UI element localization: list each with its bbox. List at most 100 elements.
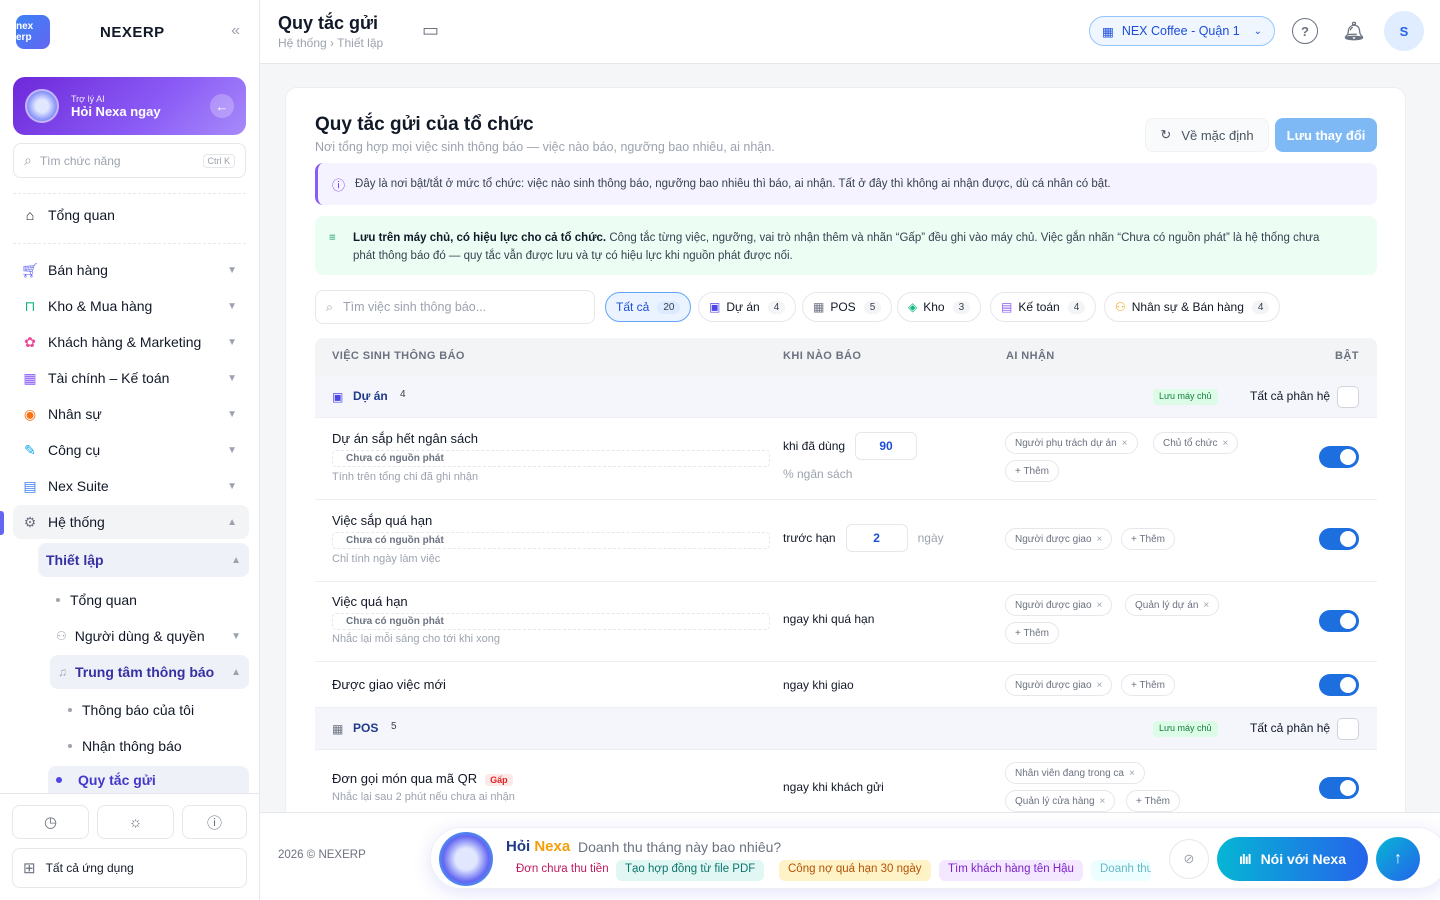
remove-icon[interactable]: × [1203, 600, 1209, 611]
sidebar-item-notif-center[interactable]: ♫ Trung tâm thông báo ▲ [50, 655, 249, 689]
remove-icon[interactable]: × [1100, 796, 1106, 807]
project-icon: ▣ [709, 300, 721, 314]
sidebar-item-tools[interactable]: ✎ Công cụ ▼ [13, 433, 249, 467]
remove-icon[interactable]: × [1129, 768, 1135, 779]
sidebar-item-overview[interactable]: ⌂ Tổng quan [13, 198, 249, 232]
recipient-label: Người phụ trách dự án [1015, 437, 1117, 449]
group-select-checkbox[interactable] [1337, 386, 1359, 408]
all-apps-button[interactable]: ⊞ Tất cả ứng dụng [12, 848, 247, 888]
bell-icon: ♫ [58, 665, 67, 679]
sidebar-item-hr[interactable]: ◉ Nhân sự ▼ [13, 397, 249, 431]
box-icon: ◈ [908, 300, 918, 314]
chip-count: 4 [1067, 300, 1086, 314]
sidebar-item-send-rules[interactable]: Quy tắc gửi [48, 766, 249, 794]
enable-toggle[interactable] [1319, 674, 1359, 696]
sidebar-item-receive-notif[interactable]: Nhận thông báo [60, 729, 190, 763]
branch-selector[interactable]: ▦ NEX Coffee - Quận 1 ⌄ [1089, 16, 1275, 46]
history-button[interactable]: ◷ [12, 805, 89, 839]
filter-chip-pos[interactable]: ▦ POS 5 [802, 292, 893, 322]
talk-to-nexa-button[interactable]: ılıl Nói với Nexa [1217, 837, 1368, 881]
notice-text: Công tắc từng việc, ngưỡng, vai trò nhận… [606, 232, 1320, 244]
sidebar-item-label: Nhân sự [48, 406, 102, 422]
add-recipient-button[interactable]: + Thêm [1121, 528, 1175, 550]
brand[interactable]: nex erp NEXERP « [16, 14, 246, 50]
sidebar-search-input[interactable]: ⌕ Tìm chức năng Ctrl K [13, 143, 246, 178]
group-select-checkbox[interactable] [1337, 718, 1359, 740]
attach-button[interactable]: ⊘ [1169, 839, 1209, 879]
enable-toggle[interactable] [1319, 610, 1359, 632]
reset-default-button[interactable]: ↻ Về mặc định [1145, 118, 1269, 152]
add-recipient-button[interactable]: + Thêm [1121, 674, 1175, 696]
recipient-pill[interactable]: Người được giao × [1005, 594, 1113, 616]
sidebar-item-users[interactable]: ⚇ Người dùng & quyền ▼ [48, 619, 249, 653]
sidebar-item-my-notif[interactable]: Thông báo của tôi [60, 693, 202, 727]
filter-chip-all[interactable]: Tất cả 20 [605, 292, 692, 322]
enable-toggle[interactable] [1319, 777, 1359, 799]
filter-chip-project[interactable]: ▣ Dự án 4 [698, 292, 797, 322]
recipient-pill[interactable]: Người phụ trách dự án × [1005, 432, 1138, 454]
sidebar-item-crm[interactable]: ✿ Khách hàng & Marketing ▼ [13, 325, 249, 359]
recipient-pill[interactable]: Quản lý cửa hàng × [1005, 790, 1116, 812]
threshold-input[interactable]: 2 [845, 524, 908, 552]
remove-icon[interactable]: × [1097, 680, 1103, 691]
rule-title: Việc sắp quá hạn [332, 513, 433, 528]
document-icon: ▤ [23, 477, 37, 494]
remove-icon[interactable]: × [1122, 438, 1128, 449]
remove-icon[interactable]: × [1097, 600, 1103, 611]
enable-toggle[interactable] [1319, 528, 1359, 550]
send-button[interactable]: ↑ [1376, 837, 1420, 881]
recipient-pill[interactable]: Người được giao × [1005, 674, 1113, 696]
suggestion-chip[interactable]: Công nợ quá hạn 30 ngày [779, 860, 931, 881]
threshold-input[interactable]: 90 [855, 432, 918, 460]
theme-button[interactable]: ☼ [97, 805, 174, 839]
talk-label: Nói với Nexa [1260, 851, 1346, 867]
ask-nexa-title: Hỏi Nexa [506, 838, 570, 855]
recipient-pill[interactable]: Nhân viên đang trong ca × [1005, 762, 1145, 784]
recipient-pill[interactable]: Quản lý dự án × [1125, 594, 1220, 616]
save-button[interactable]: Lưu thay đổi [1275, 118, 1377, 152]
sidebar-item-setup[interactable]: Thiết lập ▲ [38, 543, 249, 577]
recipient-pill[interactable]: Chủ tổ chức × [1153, 432, 1239, 454]
bell-icon[interactable]: 🔔︎ [1341, 18, 1367, 44]
suggestion-chip[interactable]: Tạo hợp đồng từ file PDF [616, 860, 765, 881]
suggestion-chip[interactable]: Doanh thu [1091, 860, 1151, 881]
collapse-sidebar-icon[interactable]: « [231, 22, 240, 40]
add-recipient-button[interactable]: + Thêm [1126, 790, 1180, 812]
rule-when: ngay khi quá hạn [783, 612, 874, 626]
suggestion-chip[interactable]: Tìm khách hàng tên Hậu [939, 860, 1083, 881]
reset-icon: ↻ [1160, 127, 1172, 142]
sidebar-bottom-divider [0, 793, 260, 794]
sidebar-item-stock[interactable]: ⊓ Kho & Mua hàng ▼ [13, 289, 249, 323]
suggestion-chip[interactable]: Đơn chưa thu tiền [507, 860, 618, 881]
folder-icon[interactable]: ▭ [422, 20, 439, 41]
sidebar-item-setup-overview[interactable]: Tổng quan [48, 583, 145, 617]
sidebar-item-suite[interactable]: ▤ Nex Suite ▼ [13, 469, 249, 503]
bullet [68, 744, 72, 748]
sidebar-item-label: Trung tâm thông báo [75, 664, 215, 680]
filter-chip-stock[interactable]: ◈ Kho 3 [897, 292, 982, 322]
help-icon[interactable]: ? [1292, 18, 1318, 44]
arrow-left-icon[interactable]: ← [210, 94, 234, 118]
sidebar-item-finance[interactable]: ▦ Tài chính – Kế toán ▼ [13, 361, 249, 395]
ask-input[interactable]: Doanh thu tháng này bao nhiêu? [578, 839, 781, 855]
add-recipient-button[interactable]: + Thêm [1005, 460, 1059, 482]
recipient-pill[interactable]: Người được giao × [1005, 528, 1113, 550]
alert-button[interactable]: ⓘ [182, 805, 247, 839]
remove-icon[interactable]: × [1097, 534, 1103, 545]
filter-chip-hr-sales[interactable]: ⚇ Nhân sự & Bán hàng 4 [1104, 292, 1281, 322]
rule-search-placeholder: Tìm việc sinh thông báo... [343, 300, 487, 314]
add-recipient-button[interactable]: + Thêm [1005, 622, 1059, 644]
rule-search-input[interactable]: ⌕ Tìm việc sinh thông báo... [315, 290, 595, 324]
sidebar-item-sales[interactable]: 🛒︎ Bán hàng ▼ [13, 253, 249, 287]
breadcrumb[interactable]: Hệ thống › Thiết lập [278, 36, 383, 50]
filter-chip-accounting[interactable]: ▤ Kế toán 4 [990, 292, 1097, 322]
when-prefix: trước hạn [783, 531, 836, 545]
ask-nexa-card[interactable]: Trợ lý AI Hỏi Nexa ngay ← [13, 77, 246, 135]
sidebar-item-system[interactable]: ⚙ Hệ thống ▲ [13, 505, 249, 539]
remove-icon[interactable]: × [1223, 438, 1229, 449]
enable-toggle[interactable] [1319, 446, 1359, 468]
rule-title: Được giao việc mới [332, 677, 446, 692]
sidebar: nex erp NEXERP « Trợ lý AI Hỏi Nexa ngay… [0, 0, 260, 900]
user-avatar[interactable]: S [1384, 11, 1424, 51]
nexerp-logo: nex erp [16, 15, 50, 49]
